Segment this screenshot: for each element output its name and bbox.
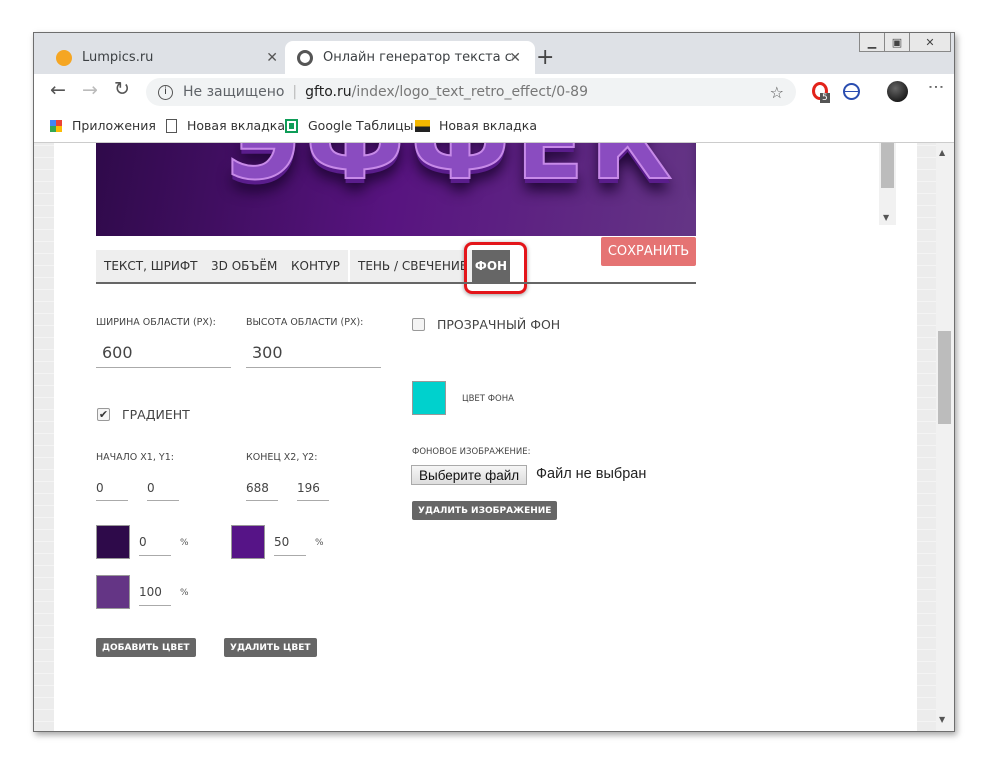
- sheets-icon: [285, 118, 298, 133]
- height-label: ВЫСОТА ОБЛАСТИ (PX):: [246, 317, 364, 328]
- page-background-right: [917, 143, 936, 731]
- choose-file-button[interactable]: Выберите файл: [411, 465, 528, 485]
- preview-scrollbar[interactable]: ▼: [879, 143, 896, 225]
- tab-text-font[interactable]: ТЕКСТ, ШРИФТ: [96, 250, 206, 282]
- remove-image-button[interactable]: УДАЛИТЬ ИЗОБРАЖЕНИЕ: [412, 501, 558, 520]
- bookmark-label: Новая вкладка: [187, 118, 285, 133]
- tab-lumpics[interactable]: Lumpics.ru ✕: [42, 41, 292, 74]
- url-host: gfto.ru: [305, 84, 352, 100]
- bookmark-sheets[interactable]: Google Таблицы: [285, 118, 414, 133]
- bookmark-star-icon[interactable]: ☆: [770, 83, 784, 102]
- bookmark-label: Google Таблицы: [308, 118, 414, 133]
- globe-extension-icon[interactable]: [843, 83, 860, 100]
- percent-label: %: [315, 538, 324, 548]
- extension-badge: 5: [820, 93, 830, 103]
- tab-title: Lumpics.ru: [82, 50, 154, 65]
- width-label: ШИРИНА ОБЛАСТИ (PX):: [96, 317, 216, 328]
- maximize-button[interactable]: ▣: [884, 33, 910, 52]
- bg-image-label: ФОНОВОЕ ИЗОБРАЖЕНИЕ:: [412, 447, 531, 457]
- gradient-stop-color-3[interactable]: [96, 575, 130, 609]
- bg-color-swatch[interactable]: [412, 381, 446, 415]
- gradient-stop-color-1[interactable]: [96, 525, 130, 559]
- percent-label: %: [180, 588, 189, 598]
- tab-3d[interactable]: 3D ОБЪЁМ: [203, 250, 286, 282]
- stop-2-position-input[interactable]: [274, 528, 306, 556]
- preview-text: ЭФФЕКТ: [225, 143, 696, 203]
- back-icon[interactable]: ←: [50, 79, 66, 101]
- toolbar: ← → ↻ i Не защищено | gfto.ru/index/logo…: [34, 74, 954, 109]
- forward-icon[interactable]: →: [82, 79, 98, 101]
- bookmark-apps[interactable]: Приложения: [50, 118, 156, 133]
- gradient-stop-color-2[interactable]: [231, 525, 265, 559]
- bookmarks-bar: Приложения Новая вкладка Google Таблицы …: [34, 109, 954, 143]
- apps-grid-icon: [50, 119, 62, 132]
- width-input[interactable]: [96, 338, 231, 368]
- close-tab-icon[interactable]: ✕: [266, 50, 278, 66]
- minimize-button[interactable]: ▁: [859, 33, 885, 52]
- image-icon: [415, 119, 430, 132]
- close-window-button[interactable]: ✕: [909, 33, 951, 52]
- file-status: Файл не выбран: [536, 466, 647, 482]
- page-icon: [166, 118, 177, 133]
- bookmark-new-tab[interactable]: Новая вкладка: [166, 118, 285, 133]
- percent-label: %: [180, 538, 189, 548]
- bookmark-label: Приложения: [72, 118, 156, 133]
- tab-contour[interactable]: КОНТУР: [283, 250, 348, 282]
- end-label: КОНЕЦ X2, Y2:: [246, 452, 318, 463]
- page-scrollbar[interactable]: ▲ ▼: [936, 143, 954, 731]
- info-icon[interactable]: i: [158, 84, 173, 100]
- avatar[interactable]: [887, 81, 908, 102]
- x1-input[interactable]: [96, 476, 128, 501]
- scrollbar-thumb[interactable]: [938, 331, 951, 424]
- gradient-label: ГРАДИЕНТ: [122, 407, 190, 422]
- preview-image: ЭФФЕКТ: [96, 143, 696, 236]
- bookmark-label: Новая вкладка: [439, 118, 537, 133]
- height-input[interactable]: [246, 338, 381, 368]
- tab-gfto[interactable]: Онлайн генератор текста создат ✕: [285, 41, 535, 74]
- remove-color-button[interactable]: УДАЛИТЬ ЦВЕТ: [224, 638, 317, 657]
- close-tab-icon[interactable]: ✕: [509, 50, 521, 66]
- menu-icon[interactable]: ⋮: [927, 79, 946, 95]
- page-content: ▲ ▼ ▼ ЭФФЕКТ СОХРАНИТЬ ТЕКСТ, ШРИФТ 3D О…: [34, 143, 954, 731]
- url-path: /index/logo_text_retro_effect/0-89: [351, 84, 588, 100]
- reload-icon[interactable]: ↻: [114, 78, 130, 100]
- gradient-checkbox[interactable]: ✔: [97, 408, 110, 421]
- page-background-left: [34, 143, 54, 731]
- stop-1-position-input[interactable]: [139, 528, 171, 556]
- tab-shadow-glow[interactable]: ТЕНЬ / СВЕЧЕНИЕ: [350, 250, 476, 282]
- new-tab-button[interactable]: +: [536, 45, 554, 70]
- scrollbar-thumb[interactable]: [881, 143, 894, 188]
- browser-window: Lumpics.ru ✕ Онлайн генератор текста соз…: [33, 32, 955, 732]
- address-bar[interactable]: i Не защищено | gfto.ru/index/logo_text_…: [146, 78, 796, 106]
- orange-favicon: [56, 49, 72, 66]
- x2-input[interactable]: [246, 476, 278, 501]
- transparent-bg-checkbox[interactable]: [412, 318, 425, 331]
- save-button[interactable]: СОХРАНИТЬ: [601, 237, 696, 266]
- add-color-button[interactable]: ДОБАВИТЬ ЦВЕТ: [96, 638, 196, 657]
- start-label: НАЧАЛО X1, Y1:: [96, 452, 174, 463]
- bookmark-new-tab-2[interactable]: Новая вкладка: [415, 118, 537, 133]
- tab-title: Онлайн генератор текста создат: [323, 50, 513, 65]
- stop-3-position-input[interactable]: [139, 578, 171, 606]
- y1-input[interactable]: [147, 476, 179, 501]
- tabs-divider: [96, 282, 696, 284]
- highlight-outline: [464, 242, 527, 294]
- transparent-bg-label: ПРОЗРАЧНЫЙ ФОН: [437, 317, 561, 332]
- gfto-favicon: [297, 49, 313, 66]
- bg-color-label: ЦВЕТ ФОНА: [462, 394, 514, 404]
- y2-input[interactable]: [297, 476, 329, 501]
- security-status: Не защищено: [183, 84, 285, 100]
